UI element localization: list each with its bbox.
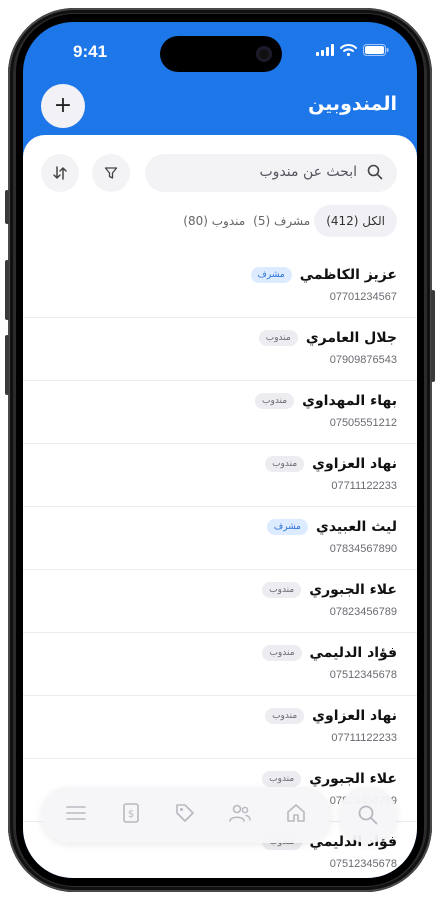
delegate-name-line: عزيز الكاظمي مشرف [250,267,397,283]
page-title: المندوبين [308,93,397,115]
filter-chip-all[interactable]: الكل (412) [314,205,397,237]
delegate-row[interactable]: نهاد العزاوي مندوب 07711122233 [23,444,417,507]
tab-bar: $ [41,787,331,843]
filter-chip-delegate[interactable]: مندوب (80) [179,205,249,237]
svg-text:$: $ [127,809,133,820]
filter-chips: الكل (412) مشرف (5) مندوب (80) [179,205,397,237]
filter-chip-supervisor[interactable]: مشرف (5) [249,205,314,237]
delegate-name: ليث العبيدي [316,519,397,535]
signal-icon [316,44,334,56]
phone-device: 9:41 + المندوبين ابحث عن مندوب الكل (412… [0,0,440,900]
home-icon[interactable] [285,802,307,828]
sort-button[interactable] [41,154,79,192]
tab-search-button[interactable] [339,787,397,843]
role-badge: مندوب [262,582,302,598]
delegate-name: نهاد العزاوي [312,708,397,724]
delegate-row[interactable]: ليث العبيدي مشرف 07834567890 [23,507,417,570]
role-badge: مشرف [250,267,292,283]
role-badge: مندوب [262,771,302,787]
filter-button[interactable] [92,154,130,192]
tag-icon[interactable] [174,802,196,828]
delegate-name-line: فؤاد الدليمي مندوب [262,645,397,661]
delegate-name: فؤاد الدليمي [309,645,397,661]
delegate-row[interactable]: عزيز الكاظمي مشرف 07701234567 [23,255,417,318]
delegate-name: جلال العامري [305,330,397,346]
delegate-name: علاء الجبوري [309,771,397,787]
content-sheet: ابحث عن مندوب الكل (412) مشرف (5) مندوب … [23,135,417,878]
delegate-phone: 07834567890 [329,543,397,555]
search-icon [358,805,378,825]
delegate-name-line: علاء الجبوري مندوب [262,582,397,598]
role-badge: مندوب [258,330,298,346]
filter-icon [104,167,118,179]
volume-up-button [5,260,9,320]
status-icons [316,44,389,56]
page-header: + المندوبين [23,84,417,136]
add-delegate-button[interactable]: + [41,84,85,128]
status-time: 9:41 [73,42,108,61]
camera-icon [256,46,272,62]
delegate-name-line: نهاد العزاوي مندوب [265,456,397,472]
delegate-row[interactable]: جلال العامري مندوب 07909876543 [23,318,417,381]
delegate-name-line: بهاء المهداوي مندوب [255,393,397,409]
role-badge: مندوب [265,708,305,724]
search-icon [367,164,383,180]
search-placeholder: ابحث عن مندوب [259,164,358,180]
delegate-name-line: نهاد العزاوي مندوب [265,708,397,724]
delegate-phone: 07512345678 [329,858,397,870]
delegate-phone: 07909876543 [329,354,397,366]
delegate-row[interactable]: نهاد العزاوي مندوب 07711122233 [23,696,417,759]
delegate-name: علاء الجبوري [309,582,397,598]
delegate-name-line: علاء الجبوري مندوب [262,771,397,787]
delegate-name: بهاء المهداوي [302,393,397,409]
delegate-name-line: ليث العبيدي مشرف [266,519,397,535]
delegate-name: عزيز الكاظمي [299,267,397,283]
delegate-phone: 07711122233 [331,732,397,744]
role-badge: مندوب [255,393,295,409]
app-screen: 9:41 + المندوبين ابحث عن مندوب الكل (412… [23,22,417,878]
invoice-icon[interactable]: $ [120,802,142,828]
delegate-row[interactable]: فؤاد الدليمي مندوب 07512345678 [23,633,417,696]
role-badge: مشرف [266,519,309,535]
power-button [431,290,435,382]
volume-down-button [5,335,9,395]
battery-icon [363,44,389,56]
delegate-row[interactable]: بهاء المهداوي مندوب 07505551212 [23,381,417,444]
delegate-phone: 07711122233 [331,480,397,492]
delegate-phone: 07505551212 [329,417,397,429]
delegate-name: نهاد العزاوي [312,456,397,472]
users-icon[interactable] [228,802,252,828]
delegate-phone: 07701234567 [329,291,397,303]
wifi-icon [340,44,357,56]
role-badge: مندوب [265,456,305,472]
sort-icon [53,166,67,180]
status-bar: 9:41 [23,22,417,84]
delegates-list: عزيز الكاظمي مشرف 07701234567 جلال العامري م… [23,255,417,878]
role-badge: مندوب [262,645,302,661]
search-input[interactable]: ابحث عن مندوب [145,154,397,192]
delegate-row[interactable]: علاء الجبوري مندوب 07823456789 [23,570,417,633]
menu-icon[interactable] [65,802,87,828]
mute-switch [5,190,9,224]
dynamic-island [160,36,282,72]
delegate-phone: 07512345678 [329,669,397,681]
delegate-name-line: جلال العامري مندوب [258,330,397,346]
delegate-phone: 07823456789 [329,606,397,618]
